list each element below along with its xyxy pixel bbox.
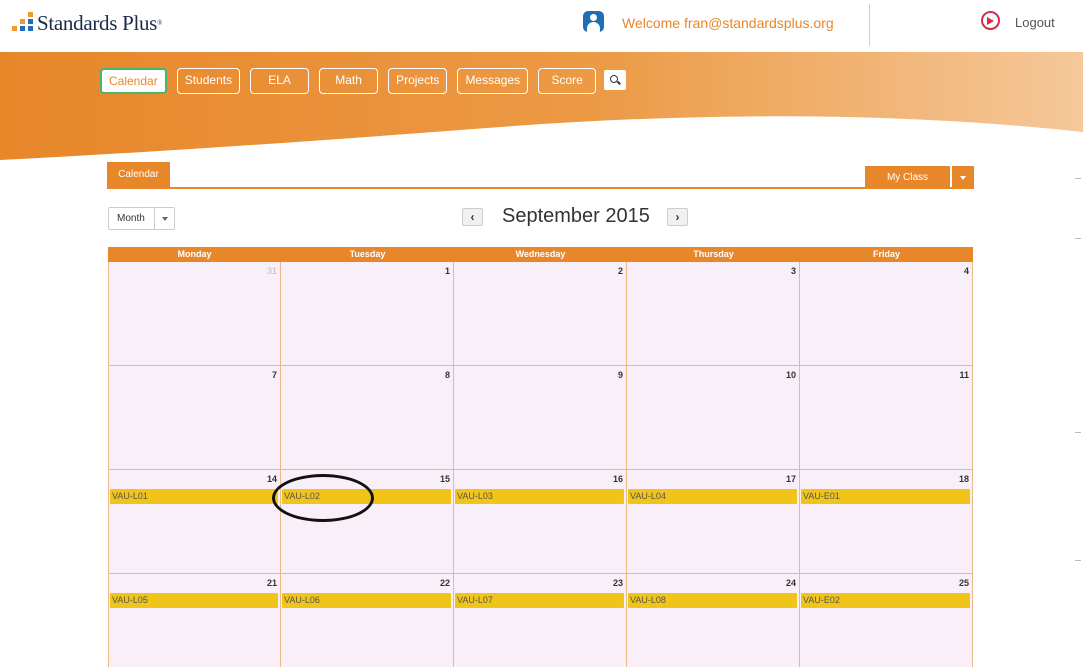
- next-month-button[interactable]: ›: [667, 208, 688, 226]
- weekday-header: Monday Tuesday Wednesday Thursday Friday: [108, 247, 973, 262]
- calendar-day-cell[interactable]: 10: [627, 366, 800, 469]
- user-icon[interactable]: [583, 11, 604, 32]
- calendar-event[interactable]: VAU-E02: [801, 593, 970, 608]
- nav-math-button[interactable]: Math: [319, 68, 379, 94]
- tab-underline: [107, 187, 974, 189]
- nav-projects-button[interactable]: Projects: [388, 68, 448, 94]
- calendar-event[interactable]: VAU-L06: [282, 593, 451, 608]
- day-number: 18: [958, 474, 969, 484]
- day-number: 14: [266, 474, 277, 484]
- day-number: 16: [612, 474, 623, 484]
- weekday-label: Thursday: [693, 249, 734, 259]
- header-divider: [869, 4, 870, 46]
- day-number: 2: [617, 266, 623, 276]
- view-select-value: Month: [117, 213, 145, 224]
- calendar-day-cell[interactable]: 31: [108, 262, 281, 365]
- annotation-circle: [272, 474, 374, 522]
- weekday-label: Wednesday: [515, 249, 566, 259]
- logo[interactable]: Standards Plus®: [12, 12, 162, 34]
- calendar-event[interactable]: VAU-E01: [801, 489, 970, 504]
- day-number: 15: [439, 474, 450, 484]
- top-header: Standards Plus® Welcome fran@standardspl…: [0, 0, 1083, 52]
- month-title: September 2015: [502, 205, 650, 227]
- calendar-event[interactable]: VAU-L03: [455, 489, 624, 504]
- calendar-day-cell[interactable]: 2: [454, 262, 627, 365]
- day-number: 8: [444, 370, 450, 380]
- logo-text: Standards Plus®: [37, 11, 163, 35]
- day-number: 4: [963, 266, 969, 276]
- calendar-day-cell[interactable]: 11: [800, 366, 973, 469]
- calendar-day-cell[interactable]: 18 VAU-E01: [800, 470, 973, 573]
- day-number: 21: [266, 578, 277, 588]
- edge-mark: [1075, 560, 1081, 561]
- tab-calendar[interactable]: Calendar: [107, 162, 170, 187]
- nav-students-button[interactable]: Students: [176, 68, 241, 94]
- weekday-label: Friday: [872, 249, 900, 259]
- calendar-week-row: 14 VAU-L01 15 VAU-L02 16 VAU-L03 17 VAU-L04 18 VA…: [108, 470, 973, 574]
- day-number: 11: [959, 370, 969, 380]
- calendar-grid: Monday Tuesday Wednesday Thursday Friday…: [108, 247, 973, 667]
- calendar-day-cell[interactable]: 9: [454, 366, 627, 469]
- calendar-event[interactable]: VAU-L04: [628, 489, 797, 504]
- day-number: 10: [785, 370, 796, 380]
- day-number: 25: [958, 578, 969, 588]
- chevron-left-icon: ‹: [470, 210, 475, 224]
- calendar-day-cell[interactable]: 3: [627, 262, 800, 365]
- nav-messages-button[interactable]: Messages: [457, 68, 529, 94]
- calendar-event[interactable]: VAU-L01: [110, 489, 278, 504]
- view-select[interactable]: Month: [108, 207, 175, 230]
- day-number: 23: [612, 578, 623, 588]
- day-number: 3: [790, 266, 796, 276]
- day-number: 22: [439, 578, 450, 588]
- calendar-day-cell[interactable]: 4: [800, 262, 973, 365]
- nav-ela-button[interactable]: ELA: [250, 68, 310, 94]
- day-number: 9: [617, 370, 623, 380]
- calendar-event[interactable]: VAU-L05: [110, 593, 278, 608]
- weekday-label: Monday: [177, 249, 212, 259]
- calendar-event[interactable]: VAU-L07: [455, 593, 624, 608]
- calendar-day-cell[interactable]: 8: [281, 366, 454, 469]
- caret-down-icon: [162, 217, 168, 221]
- weekday-label: Tuesday: [349, 249, 386, 259]
- calendar-week-row: 21 VAU-L05 22 VAU-L06 23 VAU-L07 24 VAU-L08 25 VA…: [108, 574, 973, 667]
- calendar-event[interactable]: VAU-L08: [628, 593, 797, 608]
- calendar-day-cell[interactable]: 22 VAU-L06: [281, 574, 454, 667]
- logout-link[interactable]: Logout: [1015, 15, 1055, 30]
- calendar-day-cell[interactable]: 16 VAU-L03: [454, 470, 627, 573]
- calendar-day-cell[interactable]: 17 VAU-L04: [627, 470, 800, 573]
- nav-calendar-button[interactable]: Calendar: [100, 68, 167, 94]
- calendar-day-cell[interactable]: 14 VAU-L01: [108, 470, 281, 573]
- prev-month-button[interactable]: ‹: [462, 208, 483, 226]
- main-nav: Calendar Students ELA Math Projects Mess…: [100, 68, 606, 94]
- day-number: 31: [266, 266, 277, 276]
- search-button[interactable]: [604, 70, 626, 90]
- calendar-day-cell[interactable]: 7: [108, 366, 281, 469]
- calendar-weeks: 31 1 2 3 4 7 8 9 10 11 14 VAU-L01 15 VAU-L02 16 VAU-L03…: [108, 262, 973, 667]
- day-number: 24: [785, 578, 796, 588]
- calendar-day-cell[interactable]: 24 VAU-L08: [627, 574, 800, 667]
- day-number: 7: [271, 370, 277, 380]
- calendar-day-cell[interactable]: 1: [281, 262, 454, 365]
- logo-mark-icon: [12, 12, 34, 34]
- calendar-week-row: 7 8 9 10 11: [108, 366, 973, 470]
- calendar-day-cell[interactable]: 25 VAU-E02: [800, 574, 973, 667]
- day-number: 17: [785, 474, 796, 484]
- class-selector-caret-down-icon[interactable]: [952, 166, 974, 189]
- logout-icon[interactable]: [981, 11, 1000, 30]
- edge-mark: [1075, 238, 1081, 239]
- calendar-week-row: 31 1 2 3 4: [108, 262, 973, 366]
- calendar-day-cell[interactable]: 21 VAU-L05: [108, 574, 281, 667]
- nav-score-button[interactable]: Score: [538, 68, 597, 94]
- chevron-right-icon: ›: [675, 210, 680, 224]
- day-number: 1: [444, 266, 450, 276]
- edge-mark: [1075, 178, 1081, 179]
- edge-mark: [1075, 432, 1081, 433]
- class-selector-button[interactable]: My Class: [865, 166, 950, 189]
- welcome-text: Welcome fran@standardsplus.org: [622, 15, 834, 31]
- calendar-day-cell[interactable]: 23 VAU-L07: [454, 574, 627, 667]
